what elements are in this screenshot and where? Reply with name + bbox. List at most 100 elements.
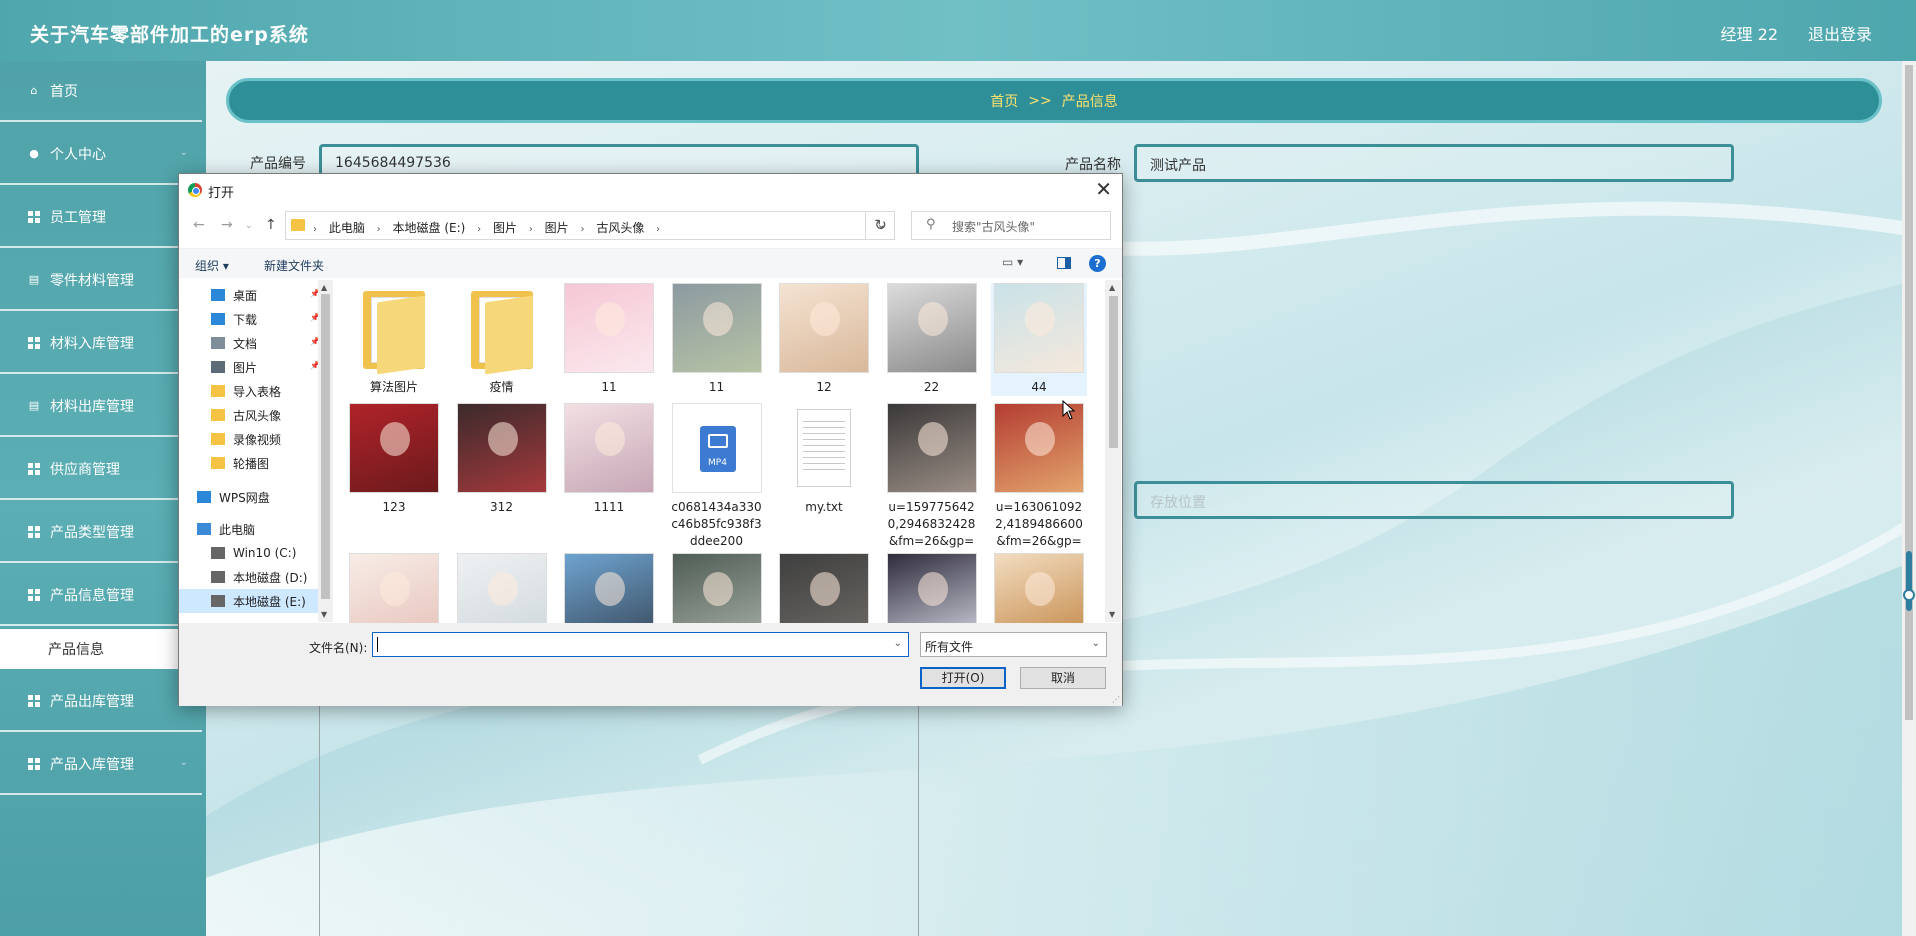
tree-item[interactable]: 桌面 📌 (179, 283, 324, 307)
file-item[interactable]: 123 (346, 403, 442, 516)
tree-scrollbar[interactable]: ▲ ▼ (318, 280, 333, 622)
file-label: 12 (816, 380, 832, 394)
breadcrumb-current: 产品信息 (1061, 93, 1118, 110)
scroll-up-icon[interactable]: ▲ (1109, 283, 1115, 292)
filetype-select[interactable]: 所有文件 ⌄ (920, 632, 1107, 657)
sidebar-item-personal-center[interactable]: ● 个人中心 ⌄ (0, 124, 202, 185)
folder-item[interactable]: 疫情 (454, 283, 550, 396)
file-label: 123 (382, 500, 406, 514)
file-item[interactable] (669, 553, 765, 623)
view-options-icon[interactable]: ▭ ▾ (1002, 255, 1023, 269)
tree-item[interactable]: 本地磁盘 (E:) (179, 589, 324, 613)
sidebar-item-home[interactable]: ⌂ 首页 (0, 61, 202, 122)
folder-item[interactable]: 算法图片 (346, 283, 442, 396)
tree-item[interactable]: 古风头像 (179, 403, 324, 427)
image-thumbnail (886, 283, 977, 373)
sidebar-item-product-types[interactable]: 产品类型管理 (0, 502, 202, 563)
file-item[interactable]: 12 (776, 283, 872, 396)
file-item[interactable] (884, 553, 980, 623)
cancel-button[interactable]: 取消 (1020, 667, 1106, 689)
tree-item-label: 此电脑 (219, 522, 256, 537)
file-item[interactable] (991, 553, 1087, 623)
file-item[interactable]: 312 (454, 403, 550, 516)
path-segment[interactable]: 本地磁盘 (E:) (393, 221, 466, 235)
location-icon (197, 523, 211, 535)
refresh-icon[interactable]: ↻ (865, 211, 895, 240)
forward-arrow-icon[interactable]: → (221, 217, 233, 233)
filename-input[interactable]: ⌄ (372, 632, 909, 657)
page-scrollbar[interactable] (1902, 61, 1916, 936)
file-item[interactable]: 22 (884, 283, 980, 396)
tree-item[interactable]: 下载 📌 (179, 307, 324, 331)
tree-item-label: WPS网盘 (219, 490, 270, 505)
location-icon (211, 361, 225, 373)
product-name-input[interactable]: 测试产品 (1134, 144, 1734, 182)
sidebar-item-product-inbound[interactable]: 产品入库管理 ⌄ (0, 734, 202, 795)
file-item[interactable] (561, 553, 657, 623)
dialog-titlebar[interactable]: 打开 ✕ (179, 174, 1122, 206)
file-item[interactable] (454, 553, 550, 623)
location-input[interactable]: 存放位置 (1134, 481, 1734, 519)
up-arrow-icon[interactable]: ↑ (265, 217, 277, 233)
scroll-down-icon[interactable]: ▼ (1109, 610, 1115, 619)
recent-chevron-icon[interactable]: ⌄ (245, 221, 253, 231)
tree-item[interactable]: 此电脑 (179, 517, 324, 541)
scroll-up-icon[interactable]: ▲ (321, 283, 327, 292)
close-icon[interactable]: ✕ (1095, 177, 1112, 201)
resize-grip-icon[interactable]: ⋰ (1112, 695, 1120, 704)
file-item[interactable]: my.txt (776, 403, 872, 516)
path-segment[interactable]: 古风头像 (596, 221, 644, 235)
file-item[interactable]: 44 (991, 283, 1087, 396)
breadcrumb-home[interactable]: 首页 (990, 91, 1018, 111)
chevron-down-icon[interactable]: ⌄ (894, 638, 902, 649)
file-item[interactable]: MP4 c0681434a330c46b85fc938f3ddee200 (669, 403, 765, 550)
tree-item[interactable]: 录像视频 (179, 427, 324, 451)
path-segment[interactable]: 此电脑 (329, 221, 365, 235)
page-scrollbar-thumb[interactable] (1905, 65, 1913, 720)
search-placeholder: 搜索"古风头像" (952, 220, 1036, 234)
file-item[interactable] (776, 553, 872, 623)
tree-item[interactable]: 文档 📌 (179, 331, 324, 355)
file-item[interactable]: u=1630610922,4189486600&fm=26&gp=0 (991, 403, 1087, 567)
path-segment[interactable]: 图片 (545, 221, 569, 235)
file-item[interactable]: 1111 (561, 403, 657, 516)
sidebar-subitem-product-info[interactable]: 产品信息 (0, 629, 206, 669)
tree-scrollbar-thumb[interactable] (321, 294, 330, 599)
new-folder-button[interactable]: 新建文件夹 (264, 257, 324, 274)
open-button[interactable]: 打开(O) (920, 667, 1006, 689)
file-item[interactable]: 11 (561, 283, 657, 396)
tree-item[interactable]: Win10 (C:) (179, 541, 324, 565)
file-item[interactable] (346, 553, 442, 623)
organize-menu[interactable]: 组织 ▾ (195, 257, 229, 274)
back-arrow-icon[interactable]: ← (193, 217, 205, 233)
tree-item[interactable]: 图片 📌 (179, 355, 324, 379)
scroll-down-icon[interactable]: ▼ (321, 610, 327, 619)
image-thumbnail (564, 283, 654, 373)
person-icon: ● (29, 146, 39, 160)
sidebar-item-staff[interactable]: 员工管理 (0, 187, 202, 248)
divider (918, 700, 919, 936)
address-bar[interactable]: › 此电脑 › 本地磁盘 (E:) › 图片 › 图片 › 古风头像 › ⌄ (285, 211, 895, 240)
search-input[interactable]: ⚲ 搜索"古风头像" (911, 211, 1111, 240)
tree-item[interactable]: 轮播图 (179, 451, 324, 475)
tree-item[interactable]: 本地磁盘 (D:) (179, 565, 324, 589)
tree-item[interactable]: WPS网盘 (179, 485, 324, 509)
file-item[interactable]: u=1597756420,2946832428&fm=26&gp=0 (884, 403, 980, 567)
sidebar-item-material-inbound[interactable]: 材料入库管理 (0, 313, 202, 374)
files-scrollbar[interactable]: ▲ ▼ (1105, 280, 1121, 622)
logout-link[interactable]: 退出登录 (1808, 21, 1872, 45)
sidebar-item-material-outbound[interactable]: ▤ 材料出库管理 (0, 376, 202, 437)
tree-item[interactable]: 导入表格 (179, 379, 324, 403)
preview-pane-icon[interactable] (1057, 257, 1071, 269)
file-label: c0681434a330c46b85fc938f3ddee200 (671, 500, 762, 548)
file-item[interactable]: 11 (669, 283, 765, 396)
sidebar-item-product-info[interactable]: 产品信息管理 (0, 565, 202, 626)
help-icon[interactable]: ? (1089, 255, 1106, 272)
path-segment[interactable]: 图片 (493, 221, 517, 235)
sidebar-item-suppliers[interactable]: 供应商管理 (0, 439, 202, 500)
drive-icon (211, 571, 225, 583)
sidebar-item-product-outbound[interactable]: 产品出库管理 (0, 671, 202, 732)
file-label: 疫情 (489, 380, 514, 394)
sidebar-item-parts-materials[interactable]: ▤ 零件材料管理 (0, 250, 202, 311)
files-scrollbar-thumb[interactable] (1109, 296, 1118, 448)
